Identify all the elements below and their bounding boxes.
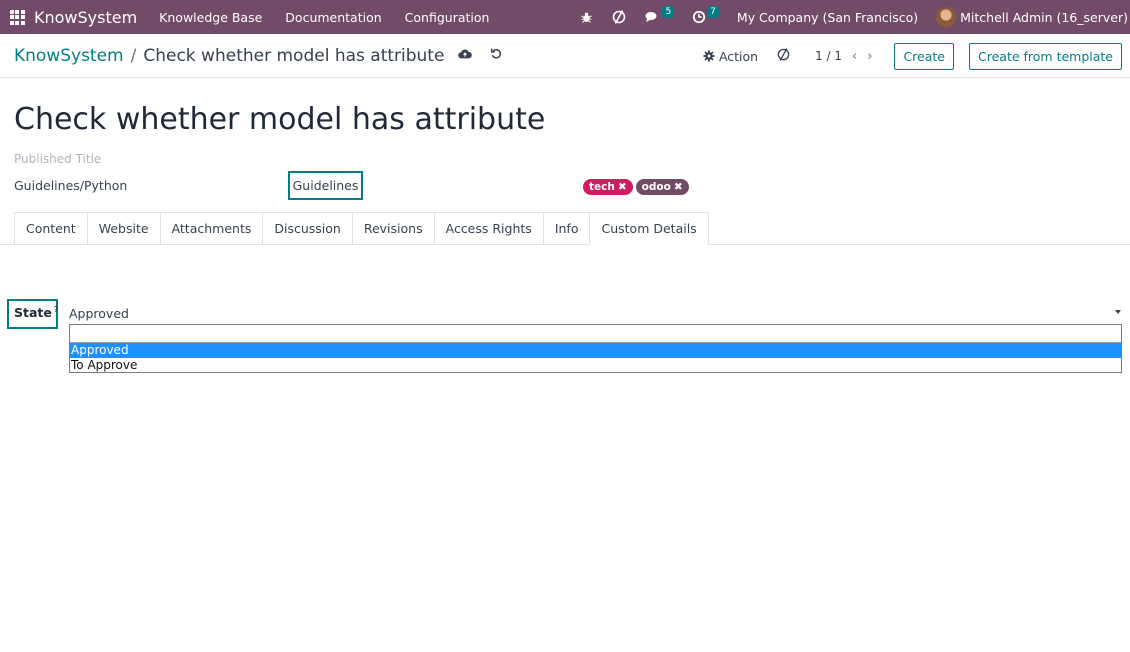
top-navbar: KnowSystem Knowledge Base Documentation … bbox=[0, 0, 1130, 34]
tag-chip-tech[interactable]: tech ✖ bbox=[583, 179, 633, 195]
tag-remove-icon[interactable]: ✖ bbox=[618, 180, 627, 194]
state-select[interactable]: Approved bbox=[69, 306, 129, 321]
tag-remove-icon[interactable]: ✖ bbox=[674, 180, 683, 194]
user-avatar[interactable] bbox=[936, 7, 957, 27]
tag-field-highlighted[interactable]: Guidelines bbox=[288, 171, 363, 200]
tag-label: odoo bbox=[641, 181, 671, 193]
pager-previous-icon[interactable]: ‹ bbox=[852, 49, 857, 64]
create-from-template-button[interactable]: Create from template bbox=[969, 42, 1122, 70]
pager-value[interactable]: 1 / 1 bbox=[815, 49, 842, 63]
control-panel: KnowSystem / Check whether model has att… bbox=[0, 34, 1130, 78]
breadcrumb-separator: / bbox=[130, 45, 137, 66]
messages-icon[interactable]: 5 bbox=[645, 6, 675, 24]
tab-content[interactable]: Content bbox=[14, 212, 87, 245]
tab-discussion[interactable]: Discussion bbox=[262, 212, 352, 245]
notebook-tabs: Content Website Attachments Discussion R… bbox=[14, 212, 709, 245]
activities-badge: 7 bbox=[707, 6, 719, 18]
save-cloud-icon[interactable] bbox=[458, 48, 473, 64]
chevron-down-icon[interactable] bbox=[1115, 310, 1121, 314]
state-label-text: State bbox=[14, 305, 52, 320]
tag-label: tech bbox=[589, 181, 615, 193]
breadcrumb-current: Check whether model has attribute bbox=[143, 45, 445, 66]
gear-icon bbox=[703, 50, 715, 62]
breadcrumb-root-link[interactable]: KnowSystem bbox=[14, 46, 124, 66]
tab-custom-details[interactable]: Custom Details bbox=[589, 212, 709, 245]
create-button[interactable]: Create bbox=[894, 42, 954, 70]
state-option-approved[interactable]: Approved bbox=[70, 343, 1121, 358]
messages-badge: 5 bbox=[662, 6, 675, 18]
state-dropdown-list: Approved To Approve bbox=[69, 324, 1122, 373]
tab-info[interactable]: Info bbox=[542, 212, 590, 245]
activities-clock-icon[interactable]: 7 bbox=[692, 6, 719, 24]
state-label: State? bbox=[14, 305, 59, 320]
menu-configuration[interactable]: Configuration bbox=[405, 10, 490, 25]
reload-icon[interactable] bbox=[776, 47, 791, 66]
tab-website[interactable]: Website bbox=[86, 212, 160, 245]
tags-list: tech ✖ odoo ✖ bbox=[583, 179, 689, 195]
breadcrumb: KnowSystem / Check whether model has att… bbox=[14, 46, 503, 66]
discard-undo-icon[interactable] bbox=[490, 47, 503, 64]
dropdown-search-input[interactable] bbox=[70, 325, 1121, 343]
company-switcher[interactable]: My Company (San Francisco) bbox=[737, 10, 918, 25]
menu-documentation[interactable]: Documentation bbox=[285, 10, 381, 25]
tab-access-rights[interactable]: Access Rights bbox=[433, 212, 543, 245]
apps-menu-icon[interactable] bbox=[0, 0, 34, 34]
debug-bug-icon[interactable] bbox=[580, 11, 593, 24]
refresh-voip-icon[interactable] bbox=[611, 9, 627, 25]
user-menu[interactable]: Mitchell Admin (16_server) bbox=[960, 10, 1128, 25]
tab-revisions[interactable]: Revisions bbox=[351, 212, 434, 245]
menu-knowledge-base[interactable]: Knowledge Base bbox=[159, 10, 262, 25]
action-menu-button[interactable]: Action bbox=[703, 49, 758, 64]
action-label: Action bbox=[718, 48, 759, 64]
article-title[interactable]: Check whether model has attribute bbox=[14, 102, 545, 137]
published-title-field[interactable]: Published Title bbox=[14, 152, 101, 166]
app-brand[interactable]: KnowSystem bbox=[34, 8, 137, 27]
pager-next-icon[interactable]: › bbox=[867, 49, 872, 64]
state-option-to-approve[interactable]: To Approve bbox=[70, 358, 1121, 373]
tab-attachments[interactable]: Attachments bbox=[159, 212, 263, 245]
help-tooltip-icon[interactable]: ? bbox=[54, 305, 59, 314]
tag-chip-odoo[interactable]: odoo ✖ bbox=[635, 179, 689, 195]
tag-field-value: Guidelines bbox=[292, 178, 359, 193]
section-field[interactable]: Guidelines/Python bbox=[14, 178, 127, 193]
